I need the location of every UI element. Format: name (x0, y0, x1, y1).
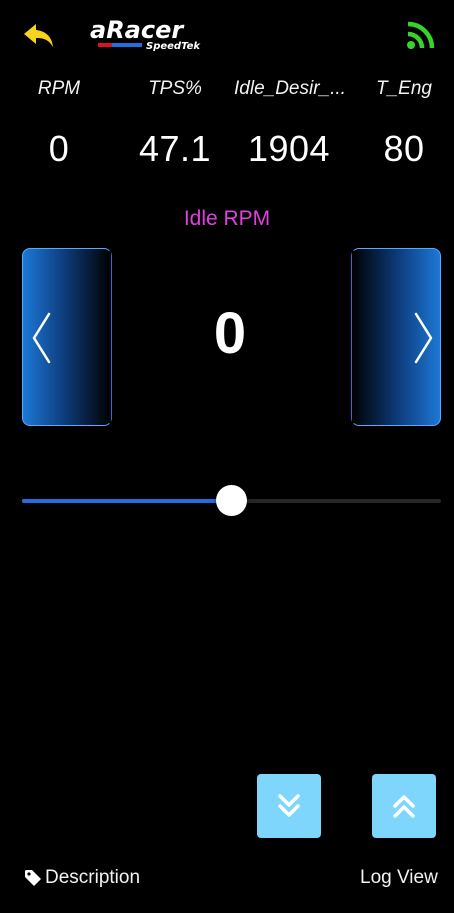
gauge-label-tps: TPS% (148, 78, 202, 99)
gauge-value-idle-desired: 1904 (247, 128, 331, 169)
decrease-button[interactable] (22, 248, 112, 426)
gauge-value-tps: 47.1 (138, 128, 212, 169)
gauge-label-t-eng: T_Eng (376, 78, 432, 99)
log-view-button[interactable]: Log View (360, 867, 438, 889)
wifi-signal-icon (407, 21, 435, 49)
chevron-left-icon (32, 312, 51, 364)
back-button[interactable] (22, 22, 56, 50)
tag-icon (25, 870, 41, 886)
gauge-value-t-eng: 80 (383, 128, 425, 169)
gauge-label-idle-desired: Idle_Desir_... (234, 78, 344, 99)
scroll-down-button[interactable] (257, 774, 321, 838)
idle-rpm-title: Idle RPM (183, 207, 271, 230)
logo-sub-text: SpeedTek (146, 41, 201, 52)
connection-status[interactable] (406, 20, 436, 50)
idle-slider-fill (22, 499, 232, 503)
double-chevron-down-icon (278, 794, 300, 817)
back-arrow-icon (24, 24, 53, 47)
aracer-logo: aRacer SpeedTek (86, 16, 222, 58)
gauge-value-rpm: 0 (48, 128, 70, 169)
scroll-up-button[interactable] (372, 774, 436, 838)
idle-rpm-value: 0 (213, 301, 247, 366)
double-chevron-up-icon (393, 795, 415, 818)
aracer-logo-mark: aRacer SpeedTek (90, 16, 201, 52)
description-button[interactable]: Description (45, 867, 140, 889)
chevron-right-icon (414, 312, 433, 364)
idle-slider-thumb[interactable] (216, 485, 247, 516)
gauge-label-rpm: RPM (37, 78, 81, 99)
increase-button[interactable] (351, 248, 441, 426)
